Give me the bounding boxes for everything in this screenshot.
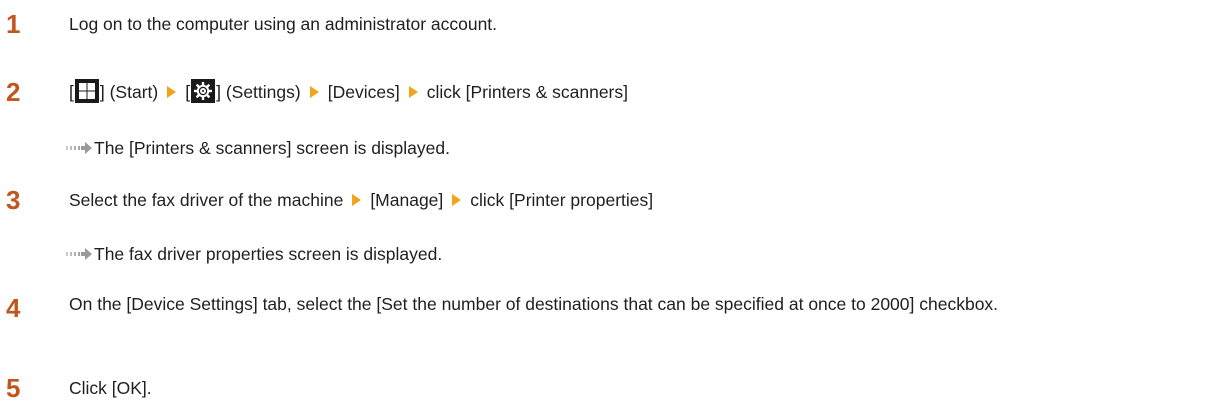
menu-arrow-icon — [452, 194, 462, 207]
step-text: On the [Device Settings] tab, select the… — [69, 294, 999, 314]
settings-label: ] (Settings) — [216, 82, 301, 102]
step-text: Click [OK]. — [69, 378, 152, 398]
start-label: ] (Start) — [99, 82, 159, 102]
result-text: The [Printers & scanners] screen is disp… — [94, 138, 450, 158]
open-bracket: [ — [69, 82, 74, 102]
properties-label: click [Printer properties] — [470, 190, 654, 210]
devices-label: [Devices] — [327, 82, 400, 102]
result-arrow-icon — [66, 142, 92, 154]
settings-gear-icon — [191, 79, 216, 104]
procedure: 1 Log on to the computer using an admini… — [0, 0, 1227, 409]
open-bracket: [ — [185, 82, 191, 102]
result-arrow-icon — [66, 248, 92, 260]
step-number: 1 — [6, 9, 21, 39]
manage-label: [Manage] — [370, 190, 444, 210]
windows-start-icon — [74, 79, 99, 104]
menu-arrow-icon — [309, 86, 319, 99]
step-text: Log on to the computer using an administ… — [69, 14, 498, 34]
result-text: The fax driver properties screen is disp… — [94, 244, 443, 264]
menu-arrow-icon — [167, 86, 177, 99]
step-number: 3 — [6, 185, 21, 215]
step-number: 4 — [6, 293, 21, 323]
step-result: The [Printers & scanners] screen is disp… — [66, 136, 450, 160]
printers-label: click [Printers & scanners] — [426, 82, 628, 102]
menu-arrow-icon — [352, 194, 362, 207]
select-label: Select the fax driver of the machine — [69, 190, 344, 210]
step-number: 2 — [6, 77, 21, 107]
step-instruction: Select the fax driver of the machine [Man… — [69, 188, 653, 212]
step-result: The fax driver properties screen is disp… — [66, 242, 442, 266]
step-instruction: [ ] (Start) [ ] (Settings) [Devices] click [P… — [69, 79, 628, 105]
menu-arrow-icon — [408, 86, 418, 99]
step-number: 5 — [6, 373, 21, 403]
